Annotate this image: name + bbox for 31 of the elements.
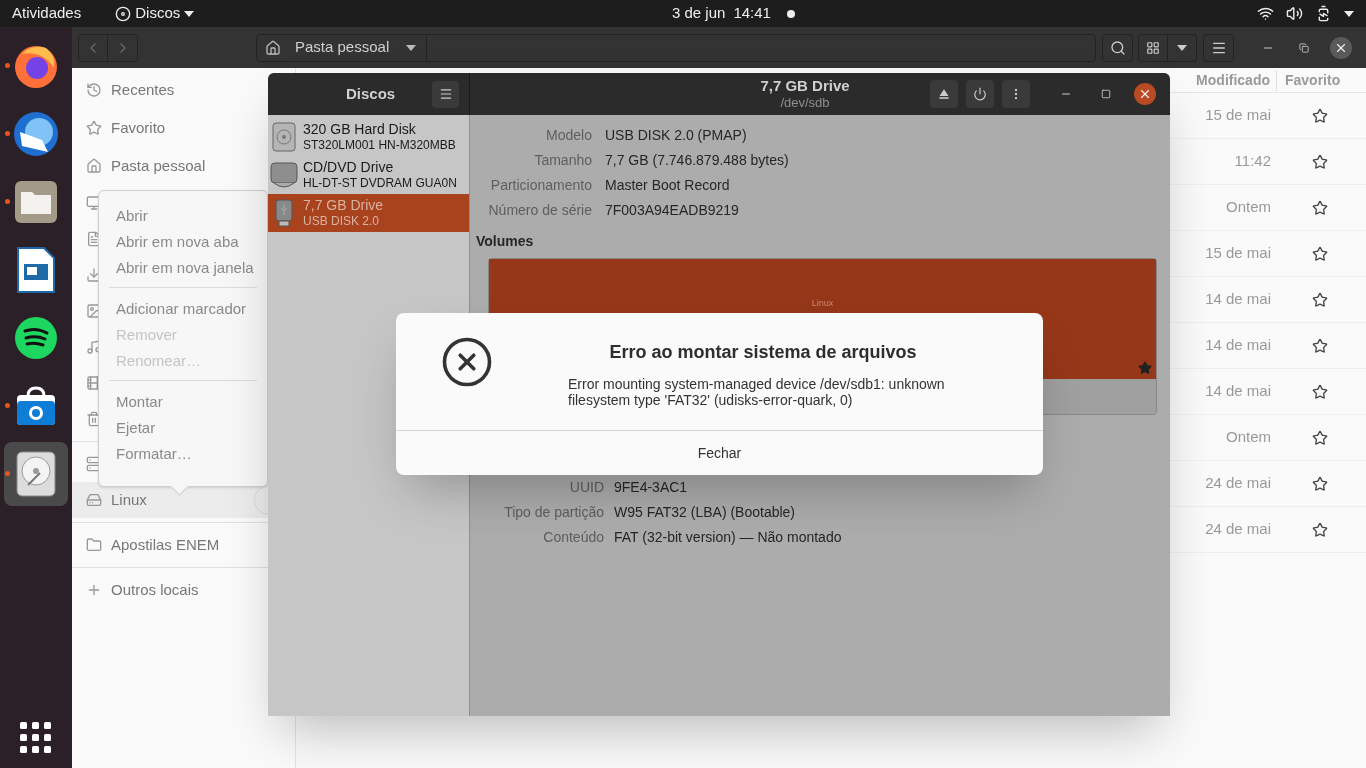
date-cell-text: 14 de mai xyxy=(1204,381,1272,402)
field-value: 9FE4-3AC1 xyxy=(614,478,688,497)
field-label: Número de série xyxy=(487,201,592,220)
drive-path: /dev/sdb xyxy=(780,95,830,112)
date-cell-text: 24 de mai xyxy=(1204,519,1272,540)
date-cell-text: Ontem xyxy=(1225,197,1272,218)
partition-label: Linux xyxy=(811,297,834,309)
field-value: Master Boot Record xyxy=(605,176,730,195)
field-value: 7,7 GB (7.746.879.488 bytes) xyxy=(605,151,789,170)
field-value: USB DISK 2.0 (PMAP) xyxy=(605,126,747,145)
field-label: UUID xyxy=(568,478,604,497)
field-label: Tipo de partição xyxy=(503,503,604,522)
dialog-message: Error mounting system-managed device /dev/sdb1: unknown filesystem type 'FAT32' (udisks-error-quark, 0) xyxy=(568,376,946,408)
field-label: Conteúdo xyxy=(542,528,604,547)
date-cell-text: 15 de mai xyxy=(1204,105,1272,126)
date-cell-text: 24 de mai xyxy=(1204,473,1272,494)
date-cell-text: 14 de mai xyxy=(1204,289,1272,310)
date-cell-text: 14 de mai xyxy=(1204,335,1272,356)
window-title: Discos xyxy=(346,83,396,104)
dialog-title: Erro ao montar sistema de arquivos xyxy=(608,341,918,364)
field-value: FAT (32-bit version) — Não montado xyxy=(614,528,842,547)
field-label: Tamanho xyxy=(533,151,592,170)
date-cell-text: 11:42 xyxy=(1233,151,1272,172)
date-cell-text: Ontem xyxy=(1225,427,1272,448)
drive-title: 7,7 GB Drive xyxy=(760,76,850,96)
date-cell-text: 15 de mai xyxy=(1204,243,1272,264)
field-label: Particionamento xyxy=(489,176,592,195)
section-heading: Volumes xyxy=(476,232,535,251)
field-value: W95 FAT32 (LBA) (Bootable) xyxy=(614,503,796,522)
field-value: 7F003A94EADB9219 xyxy=(605,201,739,220)
field-label: Modelo xyxy=(545,126,592,145)
